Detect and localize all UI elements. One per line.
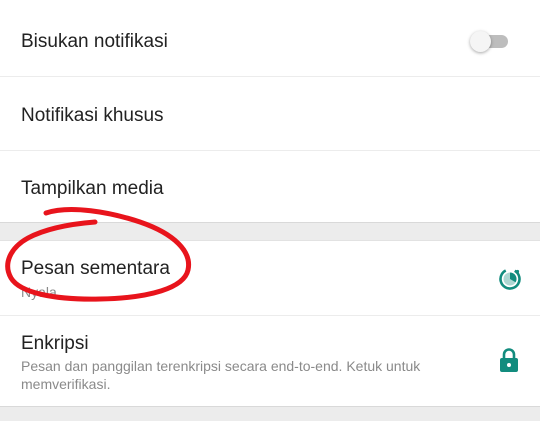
mute-notifications-label: Bisukan notifikasi xyxy=(21,31,168,52)
mute-notifications-toggle[interactable] xyxy=(470,31,510,52)
mute-notifications-row[interactable]: Bisukan notifikasi xyxy=(0,0,540,76)
media-visibility-label: Tampilkan media xyxy=(21,178,164,199)
media-visibility-row[interactable]: Tampilkan media xyxy=(0,151,540,222)
disappearing-messages-label: Pesan sementara xyxy=(21,258,170,279)
timer-icon xyxy=(499,268,521,290)
encryption-description-line1: Pesan dan panggilan terenkripsi secara e… xyxy=(21,358,421,374)
disappearing-messages-row[interactable]: Pesan sementara Nyala xyxy=(0,241,540,315)
chat-settings-screen: Bisukan notifikasi Notifikasi khusus Tam… xyxy=(0,0,540,421)
encryption-description-line2: memverifikasi. xyxy=(21,376,111,392)
custom-notifications-row[interactable]: Notifikasi khusus xyxy=(0,77,540,150)
toggle-thumb xyxy=(470,31,491,52)
encryption-label: Enkripsi xyxy=(21,333,89,354)
lock-icon xyxy=(500,348,518,372)
notification-settings-card: Bisukan notifikasi Notifikasi khusus Tam… xyxy=(0,0,540,223)
disappearing-messages-status: Nyala xyxy=(21,284,57,300)
custom-notifications-label: Notifikasi khusus xyxy=(21,105,164,126)
privacy-settings-card: Pesan sementara Nyala Enkripsi Pesan dan… xyxy=(0,240,540,407)
encryption-row[interactable]: Enkripsi Pesan dan panggilan terenkripsi… xyxy=(0,316,540,406)
